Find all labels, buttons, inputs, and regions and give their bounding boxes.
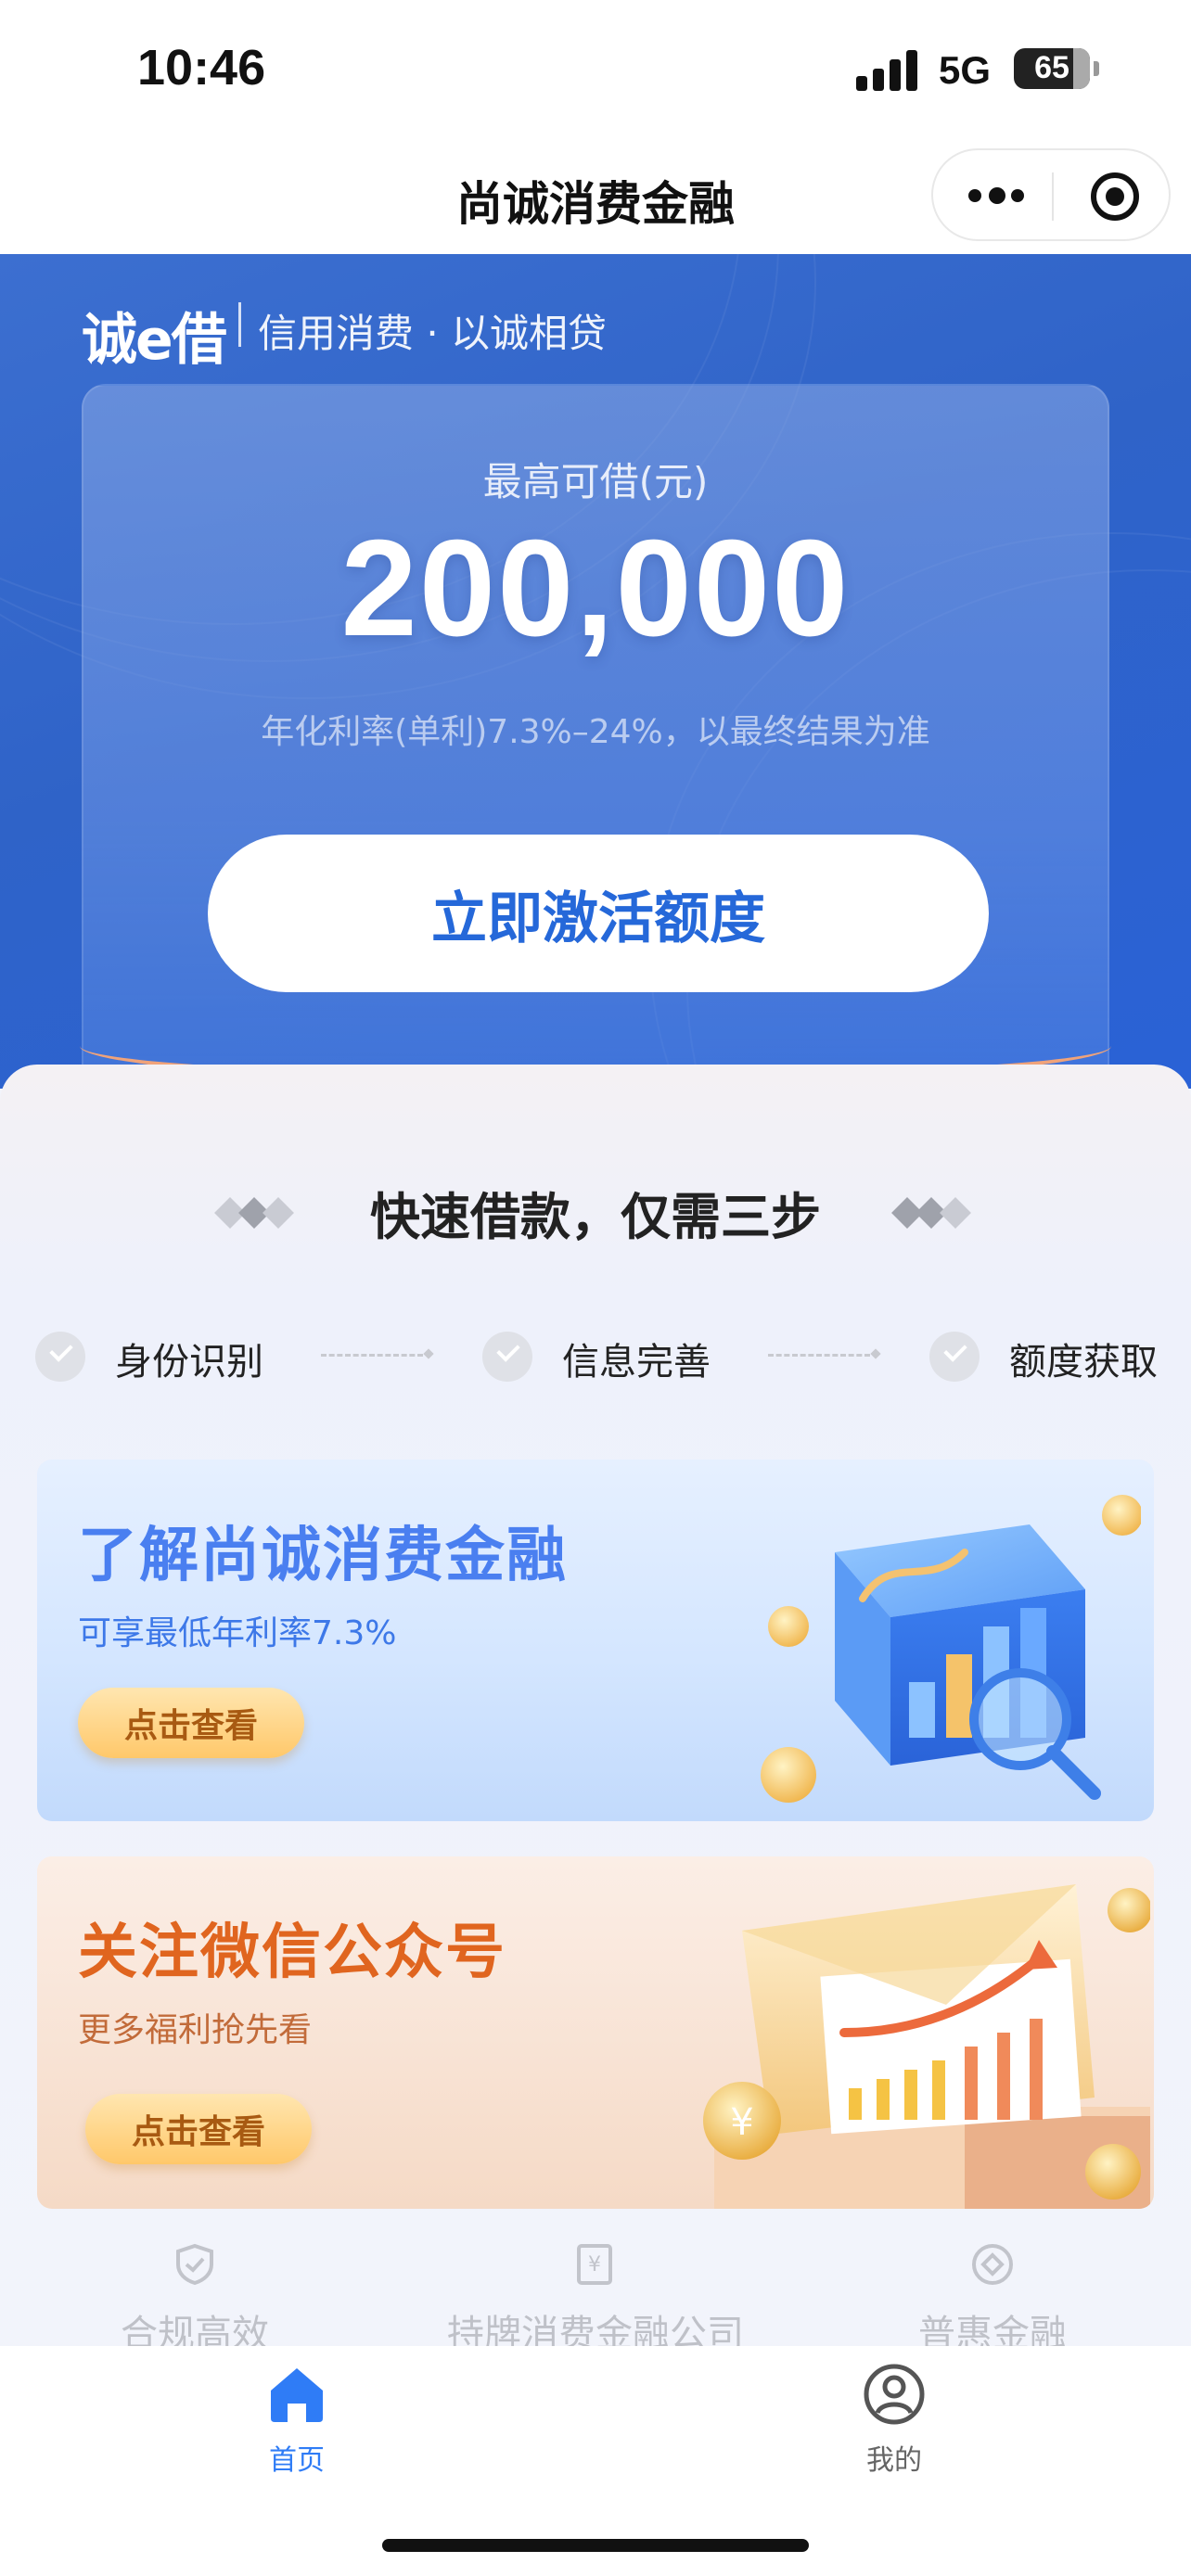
- promo-banner-wechat[interactable]: 关注微信公众号 更多福利抢先看 点击查看 ¥: [37, 1856, 1154, 2209]
- chart-magnifier-illustration: [761, 1495, 1141, 1803]
- brand-separator: [238, 302, 241, 347]
- shield-check-icon: [176, 2243, 213, 2286]
- hero-section: 诚e借 信用消费 · 以诚相贷 最高可借(元) 200,000 年化利率(单利)…: [0, 254, 1191, 1089]
- battery-percent: 65: [1034, 50, 1069, 85]
- promo-banner-about[interactable]: 了解尚诚消费金融 可享最低年利率7.3% 点击查看: [37, 1460, 1154, 1821]
- svg-text:¥: ¥: [730, 2101, 753, 2144]
- feature-item: 普惠金融: [900, 2242, 1085, 2357]
- view-button[interactable]: 点击查看: [85, 2094, 312, 2164]
- battery-tip: [1094, 61, 1099, 76]
- capsule-divider: [1052, 172, 1054, 221]
- svg-text:¥: ¥: [588, 2253, 601, 2276]
- step-connector: [321, 1354, 423, 1357]
- target-circle-icon[interactable]: [1091, 172, 1139, 221]
- promo-subtitle: 可享最低年利率7.3%: [78, 1614, 397, 1652]
- step-label: 身份识别: [115, 1341, 263, 1384]
- promo-title: 了解尚诚消费金融: [78, 1522, 568, 1590]
- brand-tagline: 信用消费 · 以诚相贷: [258, 311, 608, 356]
- tab-profile[interactable]: 我的: [801, 2361, 987, 2478]
- activate-limit-button[interactable]: 立即激活额度: [208, 835, 989, 992]
- limit-amount: 200,000: [340, 512, 851, 665]
- more-dots-icon[interactable]: [968, 185, 1024, 208]
- limit-label: 最高可借(元): [482, 459, 709, 504]
- step-label: 额度获取: [1009, 1341, 1158, 1384]
- status-bar: 10:46 5G 65: [0, 0, 1191, 139]
- feature-item: 合规高效: [102, 2242, 288, 2357]
- heading-decor-right: [891, 1196, 976, 1229]
- tab-label: 我的: [866, 2444, 922, 2477]
- check-circle-icon: [35, 1332, 85, 1382]
- license-yuan-icon: ¥: [577, 2244, 612, 2285]
- steps-heading: 快速借款，仅需三步: [370, 1188, 821, 1246]
- promo-subtitle: 更多福利抢先看: [78, 2011, 313, 2049]
- user-icon: [864, 2364, 925, 2425]
- envelope-chart-illustration: ¥: [703, 1884, 1150, 2209]
- credit-limit-card: 最高可借(元) 200,000 年化利率(单利)7.3%–24%，以最终结果为准…: [82, 384, 1109, 1089]
- diamond-circle-icon: [972, 2244, 1013, 2285]
- signal-icon: [856, 48, 917, 91]
- step-connector: [768, 1354, 870, 1357]
- network-label: 5G: [939, 48, 992, 92]
- brand-logo: 诚e借: [82, 308, 227, 373]
- nav-bar: 尚诚消费金融: [0, 139, 1191, 254]
- check-circle-icon: [482, 1332, 532, 1382]
- view-button[interactable]: 点击查看: [78, 1688, 304, 1758]
- check-circle-icon: [929, 1332, 980, 1382]
- tab-home[interactable]: 首页: [204, 2361, 390, 2478]
- rate-note: 年化利率(单利)7.3%–24%，以最终结果为准: [261, 713, 930, 751]
- home-icon: [271, 2368, 323, 2422]
- promo-title: 关注微信公众号: [78, 1919, 506, 1987]
- home-indicator: [382, 2539, 809, 2552]
- status-time: 10:46: [137, 40, 266, 96]
- mini-program-capsule: [931, 148, 1171, 241]
- battery-icon: 65: [1014, 48, 1090, 89]
- step-label: 信息完善: [562, 1341, 711, 1384]
- tab-label: 首页: [269, 2444, 325, 2477]
- feature-item: ¥ 持牌消费金融公司: [447, 2242, 744, 2357]
